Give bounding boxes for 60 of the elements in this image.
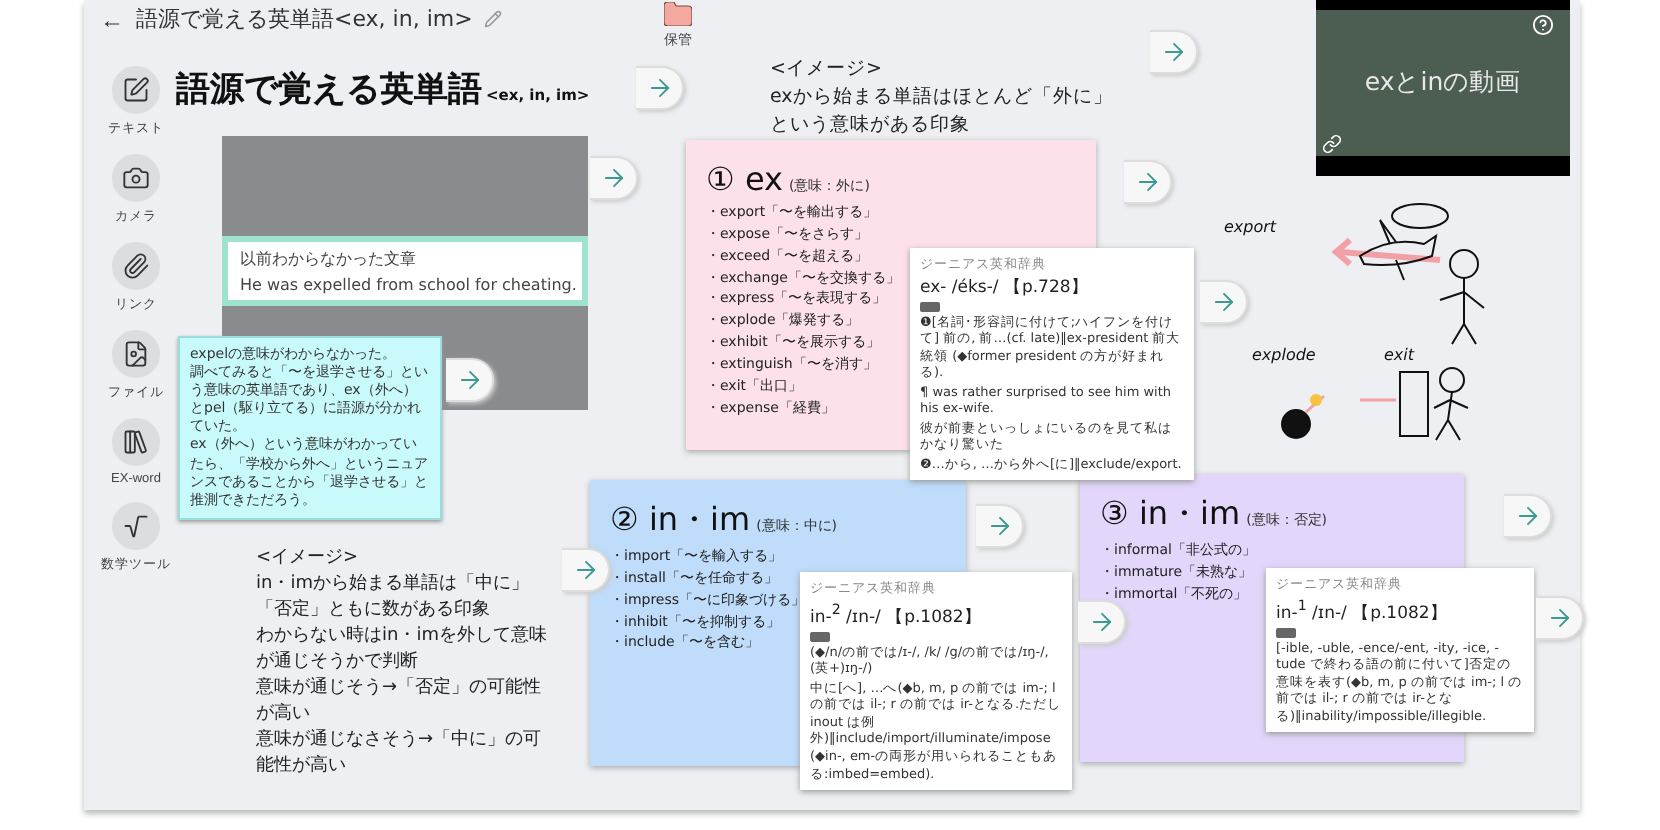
note-text: in・imから始まる単語は「中に」「否定」ともに数がある印象 bbox=[256, 572, 531, 625]
sentence-text: He was expelled from school for cheating. bbox=[240, 276, 570, 294]
dictionary-headword: in-$^{1}$ /ɪn-/ 【p.1082】 bbox=[1276, 596, 1448, 626]
file-image-icon bbox=[122, 340, 150, 368]
next-arrow-button[interactable] bbox=[1124, 160, 1172, 204]
arrow-right-icon bbox=[1087, 608, 1115, 636]
edit-icon[interactable] bbox=[484, 10, 503, 28]
tag-icon bbox=[810, 631, 830, 642]
folder-icon[interactable] bbox=[664, 2, 692, 26]
tag-icon bbox=[1276, 627, 1296, 638]
person-drawing bbox=[1439, 249, 1485, 345]
card-heading: ① ex bbox=[706, 160, 783, 198]
arrow-right-icon bbox=[571, 556, 599, 584]
sketch-label: exit bbox=[1384, 346, 1415, 364]
caption-text: 以前わからなかった文章 bbox=[240, 248, 418, 270]
help-icon[interactable] bbox=[1532, 14, 1554, 36]
arrow-right-icon bbox=[1513, 502, 1541, 530]
sketch-label: explode bbox=[1252, 346, 1316, 364]
dictionary-headword: ex- /éks-/ 【p.728】 bbox=[920, 276, 1089, 300]
arrow-right-icon bbox=[985, 512, 1013, 540]
next-arrow-button[interactable] bbox=[1504, 494, 1552, 538]
card-heading: ② in・im bbox=[610, 500, 751, 542]
arrow-right-icon bbox=[455, 366, 483, 394]
text-tool-icon bbox=[122, 76, 150, 104]
bomb-drawing bbox=[1281, 394, 1325, 439]
next-arrow-button[interactable] bbox=[1078, 600, 1126, 644]
next-arrow-button[interactable] bbox=[636, 66, 684, 110]
arrow-right-icon bbox=[1159, 38, 1187, 66]
next-arrow-button[interactable] bbox=[562, 548, 610, 592]
next-arrow-button[interactable] bbox=[446, 358, 494, 402]
note-text: わからない時はin・imを外して意味が通じそうかで判断 bbox=[256, 624, 549, 677]
note-text: exから始まる単語はほとんど「外に」という意味がある印象 bbox=[770, 83, 1115, 139]
books-icon bbox=[122, 428, 150, 456]
link-icon[interactable] bbox=[1322, 134, 1342, 154]
next-arrow-button[interactable] bbox=[1150, 30, 1198, 74]
dictionary-headword: in-$^{2}$ /ɪn-/ 【p.1082】 bbox=[810, 600, 982, 630]
back-button[interactable]: ← bbox=[100, 5, 124, 33]
arrow-right-icon bbox=[1133, 168, 1161, 196]
video-title: exとinの動画 bbox=[1364, 66, 1522, 100]
next-arrow-button[interactable] bbox=[590, 156, 638, 200]
arrow-right-icon bbox=[1545, 604, 1573, 632]
arrow-right-icon bbox=[1209, 288, 1237, 316]
camera-icon bbox=[122, 164, 150, 192]
note-text: <イメージ> bbox=[256, 546, 361, 572]
note-text: 意味が通じなさそう→「中に」の可能性が高い bbox=[256, 728, 544, 781]
video-thumbnail[interactable]: exとinの動画 bbox=[1316, 0, 1570, 176]
note-text: <イメージ> bbox=[770, 56, 884, 84]
radical-icon bbox=[122, 512, 150, 540]
board-title: 語源で覚える英単語 bbox=[176, 68, 482, 112]
page-title: 語源で覚える英単語<ex, in, im> bbox=[136, 4, 473, 34]
next-arrow-button[interactable] bbox=[976, 504, 1024, 548]
next-arrow-button[interactable] bbox=[1200, 280, 1248, 324]
airplane-drawing bbox=[1331, 203, 1449, 281]
next-arrow-button[interactable] bbox=[1536, 596, 1584, 640]
door-drawing bbox=[1360, 367, 1469, 441]
tag-icon bbox=[920, 302, 940, 312]
card-heading: ③ in・im bbox=[1100, 494, 1241, 536]
paperclip-icon bbox=[122, 252, 150, 280]
note-text: 意味が通じそう→「否定」の可能性が高い bbox=[256, 676, 544, 729]
sketch-label: export bbox=[1224, 218, 1277, 236]
